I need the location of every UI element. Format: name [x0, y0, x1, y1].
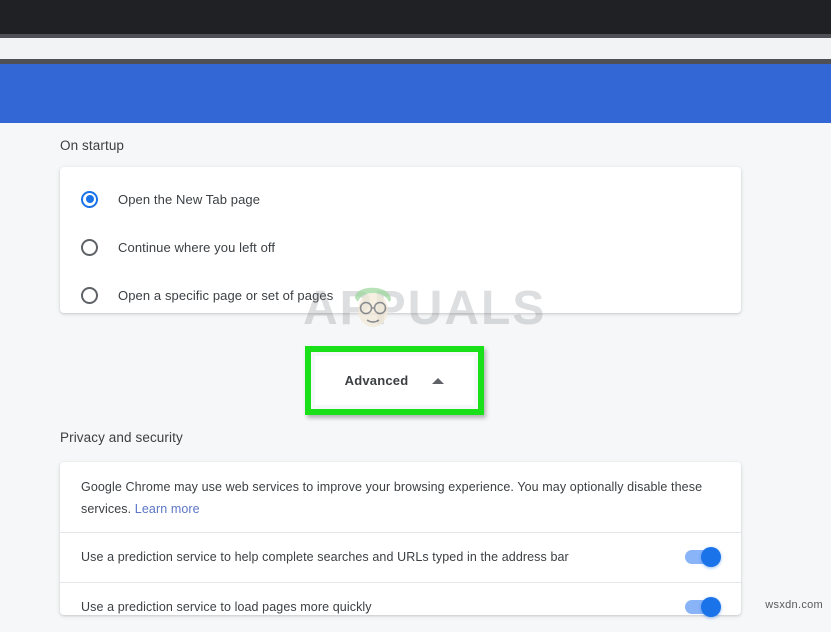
chevron-up-icon	[432, 377, 445, 384]
startup-option-label: Continue where you left off	[118, 239, 276, 255]
startup-option-new-tab[interactable]: Open the New Tab page	[60, 175, 741, 223]
advanced-button-label: Advanced	[344, 373, 409, 388]
setting-row-prediction-load-pages[interactable]: Use a prediction service to load pages m…	[60, 582, 741, 632]
startup-option-label: Open a specific page or set of pages	[118, 287, 334, 303]
startup-option-label: Open the New Tab page	[118, 191, 261, 207]
startup-option-continue[interactable]: Continue where you left off	[60, 223, 741, 271]
advanced-button[interactable]: Advanced	[315, 356, 474, 405]
toggle-thumb	[701, 597, 721, 617]
startup-option-specific-page[interactable]: Open a specific page or set of pages	[60, 271, 741, 319]
privacy-and-security-card: Google Chrome may use web services to im…	[60, 462, 741, 617]
section-title-on-startup: On startup	[60, 138, 125, 153]
browser-toolbar[interactable]	[0, 38, 831, 59]
setting-row-prediction-address-bar[interactable]: Use a prediction service to help complet…	[60, 532, 741, 582]
learn-more-link[interactable]: Learn more	[135, 502, 200, 516]
radio-specific-page[interactable]	[81, 286, 98, 304]
section-title-privacy-and-security: Privacy and security	[60, 430, 183, 445]
toggle-prediction-load-pages[interactable]	[685, 597, 721, 617]
setting-label: Use a prediction service to load pages m…	[81, 600, 372, 614]
browser-tab-strip[interactable]	[0, 0, 831, 34]
toggle-prediction-address-bar[interactable]	[685, 547, 721, 567]
toggle-thumb	[701, 547, 721, 567]
radio-continue-where-left-off[interactable]	[81, 238, 98, 256]
settings-header: Search settings	[0, 64, 831, 181]
privacy-description: Google Chrome may use web services to im…	[81, 476, 717, 520]
setting-label: Use a prediction service to help complet…	[81, 550, 569, 564]
on-startup-card: Open the New Tab page Continue where you…	[60, 167, 741, 313]
radio-new-tab[interactable]	[81, 190, 98, 208]
